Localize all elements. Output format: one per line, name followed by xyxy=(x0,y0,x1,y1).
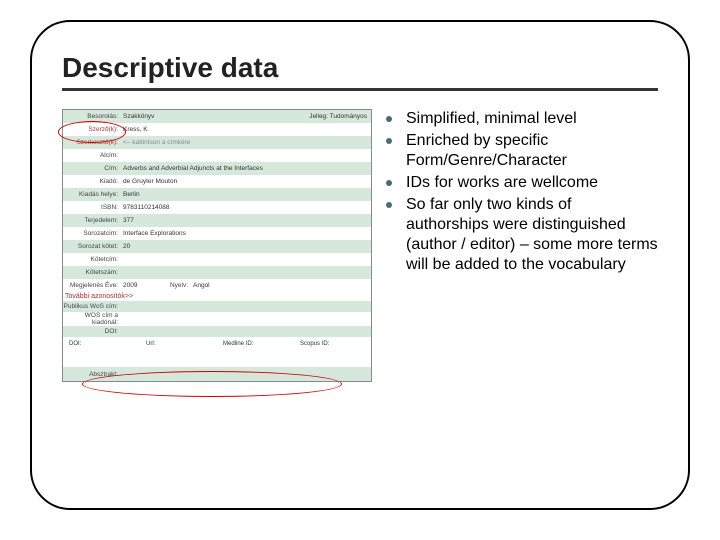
form-row-year: Megjelenés Éve:2009Nyelv:Angol xyxy=(63,279,371,292)
bullet-icon xyxy=(386,116,392,122)
form-container: Besorolás:SzakkönyvJelleg: Tudományos Sz… xyxy=(62,109,372,382)
form-row: Besorolás:SzakkönyvJelleg: Tudományos xyxy=(63,110,371,123)
id-row: Publikus WoS cím: xyxy=(63,301,371,312)
content-row: Besorolás:SzakkönyvJelleg: Tudományos Sz… xyxy=(62,109,658,382)
spacer xyxy=(63,351,371,367)
bullet-item: So far only two kinds of authorships wer… xyxy=(386,195,658,275)
bullet-item: Simplified, minimal level xyxy=(386,109,658,129)
form-row: Cím:Adverbs and Adverbial Adjuncts at th… xyxy=(63,162,371,175)
form-row: ISBN:9783110214088 xyxy=(63,201,371,214)
form-screenshot: Besorolás:SzakkönyvJelleg: Tudományos Sz… xyxy=(62,109,372,382)
bullet-item: IDs for works are wellcome xyxy=(386,173,658,193)
id-grid: DOI: Url: Medline ID: Scopus ID: xyxy=(63,337,371,351)
slide-title: Descriptive data xyxy=(62,52,658,84)
bullet-list: Simplified, minimal level Enriched by sp… xyxy=(386,109,658,275)
form-row: Alcím: xyxy=(63,149,371,162)
bullet-item: Enriched by specific Form/Genre/Characte… xyxy=(386,131,658,171)
title-divider xyxy=(62,88,658,91)
bullet-icon xyxy=(386,202,392,208)
form-row: Kiadás helye:Berlin xyxy=(63,188,371,201)
more-ids-link: További azonosítók>> xyxy=(63,292,371,301)
form-row: Terjedelem:377 xyxy=(63,214,371,227)
form-row: Kötetcím: xyxy=(63,253,371,266)
slide-frame: Descriptive data Besorolás:SzakkönyvJell… xyxy=(30,20,690,510)
bullet-column: Simplified, minimal level Enriched by sp… xyxy=(386,109,658,382)
bullet-icon xyxy=(386,180,392,186)
id-row: WOS cím a kiadónál: xyxy=(63,312,371,326)
form-row: Sorozatcím:Interface Explorations xyxy=(63,227,371,240)
form-row: Szerkesztő(k):<– kattintson a címkére xyxy=(63,136,371,149)
form-row: Kiadó:de Gruyter Mouton xyxy=(63,175,371,188)
abstract-row: Absztrakt: xyxy=(63,367,371,381)
form-row: Sorozat kötet:20 xyxy=(63,240,371,253)
bullet-icon xyxy=(386,138,392,144)
id-row: DOI: xyxy=(63,326,371,337)
form-row: Kötetszám: xyxy=(63,266,371,279)
form-row: Szerző(k):Kress, K xyxy=(63,123,371,136)
